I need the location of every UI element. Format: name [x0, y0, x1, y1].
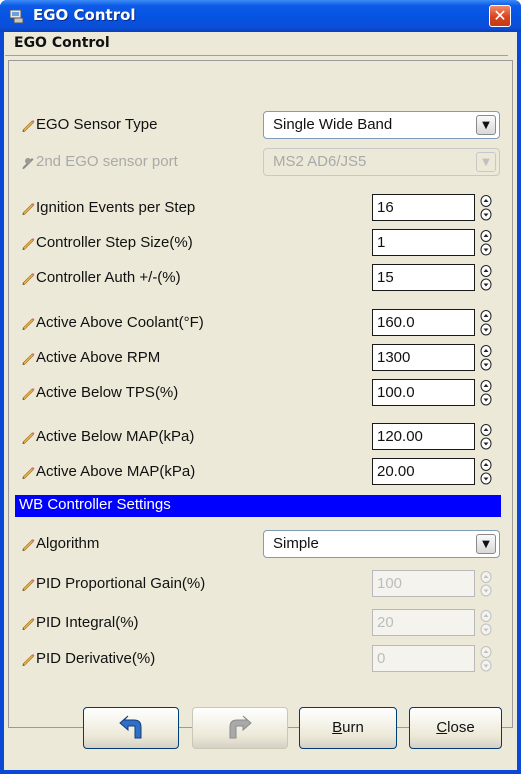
row-label: Controller Auth +/-(%): [36, 269, 181, 286]
pencil-icon: [22, 467, 35, 479]
undo-icon: [119, 715, 142, 739]
controller-auth-input[interactable]: 15: [372, 264, 475, 291]
pencil-icon: [22, 120, 35, 132]
row-label: PID Proportional Gain(%): [36, 575, 206, 592]
pencil-icon: [22, 388, 35, 400]
pid-proportional-input: 100: [372, 570, 475, 597]
burn-label: urn: [342, 719, 364, 736]
spinner-icon[interactable]: [480, 459, 492, 485]
spinner-icon[interactable]: [480, 265, 492, 291]
algorithm-row: Algorithm Simple ▼: [0, 527, 513, 561]
row-label: Active Below TPS(%): [36, 384, 179, 401]
row-label: Ignition Events per Step: [36, 199, 196, 216]
step-size-input[interactable]: 1: [372, 229, 475, 256]
step-size-row: Controller Step Size(%) 1: [0, 226, 513, 260]
pencil-icon: [22, 579, 35, 591]
row-label: EGO Sensor Type: [36, 116, 158, 133]
disabled-spinner-icon: [480, 646, 492, 672]
spinner-icon[interactable]: [480, 345, 492, 371]
active-above-rpm-row: Active Above RPM 1300: [0, 341, 513, 375]
spinner-icon[interactable]: [480, 380, 492, 406]
active-below-map-input[interactable]: 120.00: [372, 423, 475, 450]
algorithm-select[interactable]: Simple ▼: [263, 530, 500, 558]
close-mnemonic: C: [436, 719, 448, 736]
redo-icon: [229, 715, 252, 739]
burn-mnemonic: B: [332, 719, 343, 736]
chevron-down-icon: ▼: [476, 152, 496, 172]
second-ego-port-row: 2nd EGO sensor port MS2 AD6/JS5 ▼: [0, 145, 513, 179]
row-label: PID Derivative(%): [36, 650, 156, 667]
ego-sensor-type-row: EGO Sensor Type Single Wide Band ▼: [0, 108, 513, 142]
wb-controller-settings-header: WB Controller Settings: [15, 495, 501, 517]
app-icon: [9, 9, 24, 24]
disabled-spinner-icon: [480, 610, 492, 636]
close-button[interactable]: Close: [409, 707, 502, 749]
second-ego-port-select: MS2 AD6/JS5 ▼: [263, 148, 500, 176]
row-label: Controller Step Size(%): [36, 234, 193, 251]
pid-derivative-input: 0: [372, 645, 475, 672]
redo-button: [192, 707, 288, 749]
spinner-icon[interactable]: [480, 424, 492, 450]
row-label: Active Above Coolant(°F): [36, 314, 204, 331]
active-below-tps-row: Active Below TPS(%) 100.0: [0, 376, 513, 410]
title-bar[interactable]: EGO Control ✕: [0, 0, 521, 32]
active-above-coolant-input[interactable]: 160.0: [372, 309, 475, 336]
spinner-icon[interactable]: [480, 310, 492, 336]
spinner-icon[interactable]: [480, 230, 492, 256]
pencil-icon: [22, 273, 35, 285]
pencil-icon: [22, 353, 35, 365]
pencil-icon: [22, 203, 35, 215]
spinner-icon[interactable]: [480, 195, 492, 221]
active-below-tps-input[interactable]: 100.0: [372, 379, 475, 406]
close-label: lose: [447, 719, 475, 736]
active-above-map-input[interactable]: 20.00: [372, 458, 475, 485]
pid-proportional-row: PID Proportional Gain(%) 100: [0, 567, 513, 601]
pencil-icon: [22, 539, 35, 551]
pencil-icon: [22, 432, 35, 444]
select-value: Simple: [273, 535, 319, 552]
close-window-button[interactable]: ✕: [489, 5, 511, 27]
row-label: Active Above MAP(kPa): [36, 463, 196, 480]
pencil-icon: [22, 318, 35, 330]
pencil-icon: [22, 654, 35, 666]
ignition-events-row: Ignition Events per Step 16: [0, 191, 513, 225]
active-below-map-row: Active Below MAP(kPa) 120.00: [0, 420, 513, 454]
select-value: MS2 AD6/JS5: [273, 153, 367, 170]
pid-integral-input: 20: [372, 609, 475, 636]
active-above-map-row: Active Above MAP(kPa) 20.00: [0, 455, 513, 489]
row-label: 2nd EGO sensor port: [36, 153, 178, 170]
row-label: PID Integral(%): [36, 614, 139, 631]
row-label: Active Below MAP(kPa): [36, 428, 195, 445]
active-above-rpm-input[interactable]: 1300: [372, 344, 475, 371]
disabled-spinner-icon: [480, 571, 492, 597]
pid-derivative-row: PID Derivative(%) 0: [0, 642, 513, 676]
row-label: Active Above RPM: [36, 349, 161, 366]
pencil-icon: [22, 238, 35, 250]
ego-sensor-type-select[interactable]: Single Wide Band ▼: [263, 111, 500, 139]
window-title: EGO Control: [33, 6, 136, 24]
pid-integral-row: PID Integral(%) 20: [0, 606, 513, 640]
ignition-events-input[interactable]: 16: [372, 194, 475, 221]
panel-header: EGO Control: [14, 35, 110, 51]
undo-button[interactable]: [83, 707, 179, 749]
chevron-down-icon[interactable]: ▼: [476, 534, 496, 554]
chevron-down-icon[interactable]: ▼: [476, 115, 496, 135]
disabled-pencil-icon: [22, 158, 34, 169]
burn-button[interactable]: Burn: [299, 707, 397, 749]
divider: [5, 55, 508, 56]
active-above-coolant-row: Active Above Coolant(°F) 160.0: [0, 306, 513, 340]
select-value: Single Wide Band: [273, 116, 393, 133]
controller-auth-row: Controller Auth +/-(%) 15: [0, 261, 513, 295]
row-label: Algorithm: [36, 535, 100, 552]
pencil-icon: [22, 618, 35, 630]
